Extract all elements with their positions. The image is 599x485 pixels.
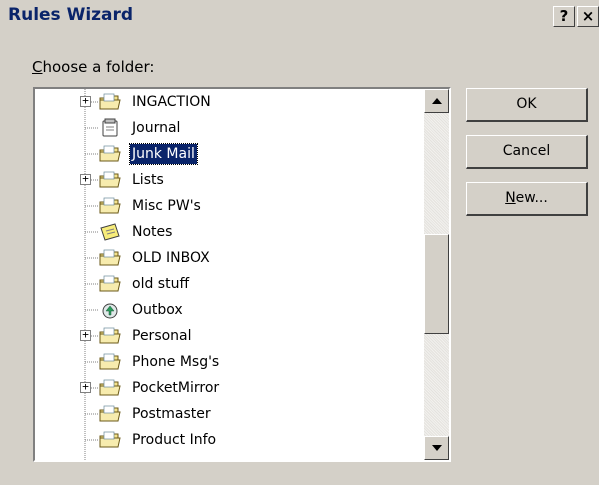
- folder-label: Misc PW's: [132, 198, 201, 214]
- folder-label: Junk Mail: [129, 143, 198, 165]
- folder-row[interactable]: Journal: [35, 115, 415, 141]
- folder-row[interactable]: + INGACTION: [35, 89, 415, 115]
- folder-icon: [98, 378, 122, 398]
- folder-icon: [98, 430, 122, 450]
- folder-row[interactable]: + Personal: [35, 323, 415, 349]
- folder-icon: [98, 144, 122, 164]
- folder-label: INGACTION: [132, 94, 211, 110]
- folder-row[interactable]: Postmaster: [35, 401, 415, 427]
- notes-icon: [98, 222, 122, 242]
- ok-button[interactable]: OK: [466, 88, 588, 122]
- folder-label: Notes: [132, 224, 173, 240]
- close-button[interactable]: ×: [577, 6, 599, 27]
- folder-row[interactable]: OLD INBOX: [35, 245, 415, 271]
- folder-icon: [98, 92, 122, 112]
- window-title: Rules Wizard: [8, 5, 134, 25]
- folder-row[interactable]: old stuff: [35, 271, 415, 297]
- expand-plus-icon[interactable]: +: [80, 95, 91, 107]
- arrow-up-icon: [432, 98, 442, 104]
- folder-icon: [98, 404, 122, 424]
- scroll-thumb[interactable]: [424, 234, 449, 334]
- outbox-icon: [98, 300, 122, 320]
- arrow-down-icon: [432, 445, 442, 451]
- folder-icon: [98, 170, 122, 190]
- title-bar[interactable]: Rules Wizard ? ×: [0, 0, 599, 34]
- folder-icon: [98, 196, 122, 216]
- cancel-button[interactable]: Cancel: [466, 135, 588, 169]
- folder-icon: [98, 248, 122, 268]
- folder-row[interactable]: Misc PW's: [35, 193, 415, 219]
- choose-folder-mnemonic: C: [32, 58, 43, 76]
- folder-icon: [98, 274, 122, 294]
- expand-plus-icon[interactable]: +: [80, 381, 91, 393]
- folder-label: Product Info: [132, 432, 217, 448]
- new-button[interactable]: New...: [466, 182, 588, 216]
- folder-icon: [98, 352, 122, 372]
- folder-row[interactable]: Outbox: [35, 297, 415, 323]
- expand-plus-icon[interactable]: +: [80, 329, 91, 341]
- vertical-scrollbar[interactable]: [424, 89, 449, 460]
- folder-label: old stuff: [132, 276, 190, 292]
- folder-icon: [98, 326, 122, 346]
- folder-row[interactable]: Notes: [35, 219, 415, 245]
- journal-icon: [98, 118, 122, 138]
- help-button[interactable]: ?: [553, 6, 575, 27]
- new-button-label-text: ew...: [515, 190, 548, 206]
- new-button-label: New...: [505, 190, 548, 206]
- folder-label: Lists: [132, 172, 164, 188]
- expand-plus-icon[interactable]: +: [80, 173, 91, 185]
- folder-label: Phone Msg's: [132, 354, 220, 370]
- rules-wizard-dialog: Rules Wizard ? × Choose a folder: + INGAC…: [0, 0, 599, 485]
- folder-label: OLD INBOX: [132, 250, 210, 266]
- folder-label: Outbox: [132, 302, 183, 318]
- folder-row[interactable]: Junk Mail: [35, 141, 415, 167]
- folder-label: PocketMirror: [132, 380, 220, 396]
- folder-label: Personal: [132, 328, 192, 344]
- choose-folder-label-text: hoose a folder:: [42, 58, 155, 76]
- scroll-up-button[interactable]: [424, 89, 449, 113]
- scroll-down-button[interactable]: [424, 436, 449, 460]
- folder-label: Postmaster: [132, 406, 211, 422]
- folder-row[interactable]: + Lists: [35, 167, 415, 193]
- new-button-mnemonic: N: [505, 190, 516, 206]
- folder-label: Journal: [132, 120, 181, 136]
- choose-folder-label: Choose a folder:: [32, 58, 154, 76]
- folder-row[interactable]: Phone Msg's: [35, 349, 415, 375]
- folder-row[interactable]: Product Info: [35, 427, 415, 453]
- folder-tree[interactable]: + INGACTION Journal Junk Mail + Lists Misc PW'…: [33, 87, 451, 462]
- folder-row[interactable]: + PocketMirror: [35, 375, 415, 401]
